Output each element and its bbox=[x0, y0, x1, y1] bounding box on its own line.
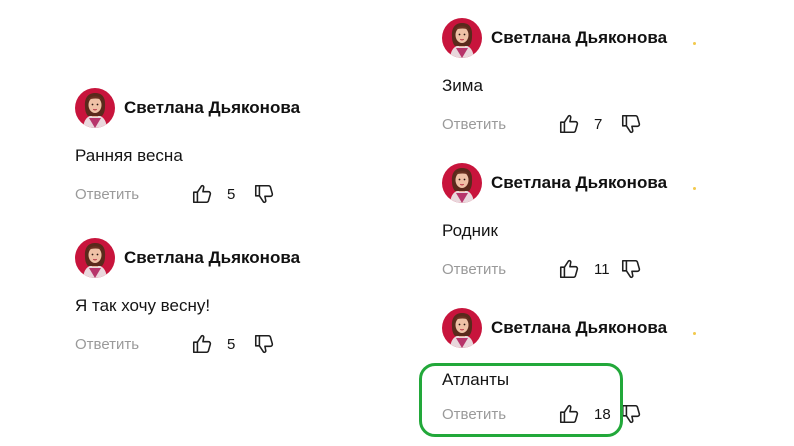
comment-header: Светлана Дьяконова bbox=[75, 88, 300, 128]
avatar[interactable] bbox=[442, 163, 482, 203]
like-button[interactable] bbox=[191, 183, 213, 205]
thumbs-up-icon bbox=[192, 334, 212, 354]
comment-text: Зима bbox=[442, 76, 483, 95]
avatar-portrait-icon bbox=[442, 163, 482, 203]
comment-actions: Ответить 5 bbox=[75, 332, 275, 356]
avatar[interactable] bbox=[75, 88, 115, 128]
avatar[interactable] bbox=[75, 238, 115, 278]
reply-button[interactable]: Ответить bbox=[75, 186, 191, 203]
comment-actions: Ответить 11 bbox=[442, 257, 642, 281]
like-count: 5 bbox=[227, 335, 236, 353]
dislike-button[interactable] bbox=[253, 183, 275, 205]
like-button[interactable] bbox=[558, 113, 580, 135]
dislike-button[interactable] bbox=[620, 258, 642, 280]
thumbs-down-icon bbox=[621, 404, 641, 424]
avatar-portrait-icon bbox=[75, 88, 115, 128]
thumbs-down-icon bbox=[621, 114, 641, 134]
author-name[interactable]: Светлана Дьяконова bbox=[491, 318, 667, 338]
decorative-dot bbox=[693, 42, 696, 45]
like-button[interactable] bbox=[191, 333, 213, 355]
like-count: 7 bbox=[594, 115, 603, 133]
avatar[interactable] bbox=[442, 308, 482, 348]
comment-header: Светлана Дьяконова bbox=[442, 163, 667, 203]
comment-header: Светлана Дьяконова bbox=[442, 308, 667, 348]
like-button[interactable] bbox=[558, 258, 580, 280]
comment-header: Светлана Дьяконова bbox=[75, 238, 300, 278]
dislike-button[interactable] bbox=[253, 333, 275, 355]
reply-button[interactable]: Ответить bbox=[442, 116, 558, 133]
thumbs-up-icon bbox=[559, 259, 579, 279]
reply-button[interactable]: Ответить bbox=[442, 261, 558, 278]
thumbs-down-icon bbox=[621, 259, 641, 279]
highlight-outline bbox=[419, 363, 623, 437]
comment-header: Светлана Дьяконова bbox=[442, 18, 667, 58]
author-name[interactable]: Светлана Дьяконова bbox=[491, 173, 667, 193]
thumbs-up-icon bbox=[559, 114, 579, 134]
comment-text: Родник bbox=[442, 221, 498, 240]
dislike-button[interactable] bbox=[620, 403, 642, 425]
avatar-portrait-icon bbox=[442, 18, 482, 58]
avatar-portrait-icon bbox=[442, 308, 482, 348]
author-name[interactable]: Светлана Дьяконова bbox=[124, 98, 300, 118]
comment-text: Я так хочу весну! bbox=[75, 296, 211, 315]
author-name[interactable]: Светлана Дьяконова bbox=[491, 28, 667, 48]
dislike-button[interactable] bbox=[620, 113, 642, 135]
comment-actions: Ответить 7 bbox=[442, 112, 642, 136]
thumbs-up-icon bbox=[192, 184, 212, 204]
avatar[interactable] bbox=[442, 18, 482, 58]
thumbs-down-icon bbox=[254, 184, 274, 204]
thumbs-down-icon bbox=[254, 334, 274, 354]
comment-actions: Ответить 5 bbox=[75, 182, 275, 206]
comments-screenshot: Светлана Дьяконова Ранняя весна Ответить… bbox=[0, 0, 794, 446]
comment-text: Ранняя весна bbox=[75, 146, 183, 165]
author-name[interactable]: Светлана Дьяконова bbox=[124, 248, 300, 268]
reply-button[interactable]: Ответить bbox=[75, 336, 191, 353]
like-count: 11 bbox=[594, 260, 610, 278]
avatar-portrait-icon bbox=[75, 238, 115, 278]
decorative-dot bbox=[693, 332, 696, 335]
like-count: 5 bbox=[227, 185, 236, 203]
decorative-dot bbox=[693, 187, 696, 190]
